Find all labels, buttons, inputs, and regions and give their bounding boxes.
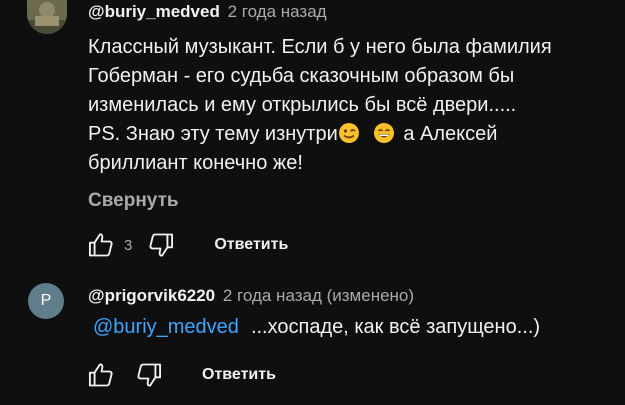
avatar-prigorvik6220[interactable]: P xyxy=(28,283,64,319)
comment-line-with-emoji: PS. Знаю эту тему изнутри а Алексей xyxy=(88,120,608,149)
grin-emoji-icon xyxy=(373,122,395,144)
comment-body: Классный музыкант. Если б у него была фа… xyxy=(88,33,608,178)
collapse-button[interactable]: Свернуть xyxy=(88,190,179,212)
comment-line: изменилась и ему открылись бы всё двери.… xyxy=(88,94,517,116)
comment-text: ...хоспаде, как всё запущено...) xyxy=(250,316,541,338)
reply-button[interactable]: Ответить xyxy=(214,236,288,254)
comment-line: PS. Знаю эту тему изнутри xyxy=(88,123,338,145)
like-icon xyxy=(88,363,113,387)
wink-emoji-icon xyxy=(338,122,360,144)
comment-header: @buriy_medved 2 года назад xyxy=(88,2,327,22)
comment-line: а Алексей xyxy=(403,123,498,145)
mention-link[interactable]: @buriy_medved xyxy=(93,316,239,338)
comment-actions: 3 Ответить xyxy=(86,230,288,260)
comment-line: Гоберман - его судьба сказочным образом … xyxy=(88,65,515,87)
like-button[interactable] xyxy=(86,230,116,260)
reply-button[interactable]: Ответить xyxy=(202,366,276,384)
comment-header: @prigorvik6220 2 года назад (изменено) xyxy=(88,286,414,306)
dislike-button[interactable] xyxy=(134,360,164,390)
comment-timestamp[interactable]: 2 года назад xyxy=(228,2,327,21)
like-icon xyxy=(88,233,113,257)
dislike-icon xyxy=(137,363,162,387)
dislike-button[interactable] xyxy=(146,230,176,260)
comment-timestamp[interactable]: 2 года назад (изменено) xyxy=(223,286,414,305)
comment-author[interactable]: @buriy_medved xyxy=(88,2,220,21)
comment-author[interactable]: @prigorvik6220 xyxy=(88,286,215,305)
avatar-buriy-medved[interactable] xyxy=(27,0,67,34)
comment-actions: Ответить xyxy=(86,360,276,390)
like-button[interactable] xyxy=(86,360,116,390)
avatar-letter: P xyxy=(40,292,52,309)
comment-line: бриллиант конечно же! xyxy=(88,152,303,174)
comment-line: Классный музыкант. Если б у него была фа… xyxy=(88,36,552,58)
comment-body: @buriy_medved ...хоспаде, как всё запущен… xyxy=(93,316,540,339)
like-count: 3 xyxy=(124,236,133,254)
dislike-icon xyxy=(149,233,174,257)
